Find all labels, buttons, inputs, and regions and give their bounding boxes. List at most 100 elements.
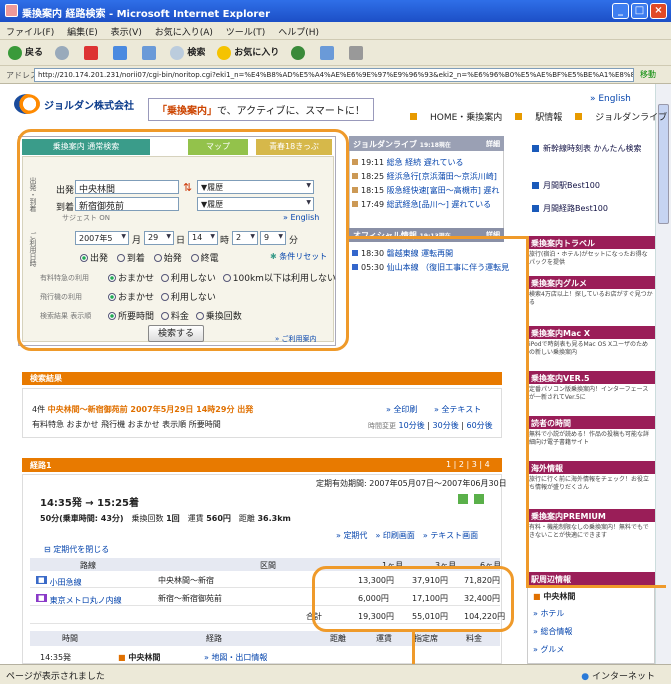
- live-title: ジョルダンライブ: [353, 140, 417, 149]
- nav-live[interactable]: ジョルダンライブ: [575, 113, 667, 123]
- text-all-link[interactable]: » 全テキスト: [434, 404, 481, 415]
- minimize-icon[interactable]: _: [612, 3, 629, 19]
- map-exit-link[interactable]: » 地図・出口情報: [204, 652, 267, 663]
- hide-pass-label: 定期代を閉じる: [53, 545, 110, 554]
- official-item[interactable]: 18:30 磐越東線 運転再開: [352, 248, 453, 259]
- ad-mac[interactable]: 乗換案内Mac X iPodで時刻表も見るMac OS Xユーザのための新しい乗換…: [527, 326, 655, 359]
- menu-tools[interactable]: ツール(T): [226, 28, 266, 38]
- results-header: 検索結果: [22, 372, 502, 385]
- print-button[interactable]: [348, 45, 366, 60]
- time-change-label: 時間変更: [368, 422, 396, 430]
- favorites-button[interactable]: お気に入り: [217, 45, 280, 60]
- route-transfers: 1回: [166, 514, 180, 523]
- history-button[interactable]: [291, 45, 308, 60]
- depart-arrive: 14:35発 → 15:25着: [40, 498, 140, 509]
- ie-logo-icon: [5, 4, 18, 17]
- menu-file[interactable]: ファイル(F): [6, 28, 54, 38]
- station-panel-title: 駅周辺情報: [527, 572, 655, 585]
- stop-button[interactable]: [83, 45, 101, 60]
- menu-edit[interactable]: 編集(E): [67, 28, 98, 38]
- bullet-icon: [532, 205, 539, 212]
- route-duration: 50分(乗車時間: 43分): [40, 514, 124, 523]
- ad-ver5[interactable]: 乗換案内VER.5 定番パソコン版乗換案内！インターフェースが一新されてVer.5…: [527, 371, 655, 404]
- back-button[interactable]: 戻る: [8, 45, 43, 60]
- back-arrow-icon: [8, 45, 22, 60]
- text-view-link[interactable]: » テキスト画面: [423, 531, 478, 540]
- pass-validity: 定期有効期間: 2007年05月07日～2007年06月30日: [316, 479, 507, 488]
- stop-icon: [83, 45, 98, 60]
- nav-station[interactable]: 駅情報: [515, 113, 562, 123]
- station-best-link[interactable]: 月間駅Best100: [532, 180, 600, 191]
- shinkansen-link[interactable]: 新幹線時刻表 かんたん検索: [532, 143, 642, 154]
- favorites-label: お気に入り: [234, 48, 280, 58]
- line-name[interactable]: 東京メトロ丸ノ内線: [50, 595, 122, 606]
- route-summary: 50分(乗車時間: 43分) 乗換回数 1回 運賃 560円 距離 36.3km: [40, 514, 291, 523]
- station-link-label: グルメ: [540, 645, 565, 654]
- page-3[interactable]: 3: [472, 460, 477, 469]
- search-button[interactable]: 検索: [170, 45, 205, 60]
- close-icon[interactable]: ×: [650, 3, 667, 19]
- station-link-label: 総合情報: [540, 627, 573, 636]
- commuter-fare-link[interactable]: » 定期代: [336, 531, 367, 540]
- nav-home[interactable]: HOME・乗換案内: [410, 113, 502, 123]
- maximize-icon[interactable]: □: [631, 3, 648, 19]
- live-item[interactable]: 17:49 総武経急[品川～] 遅れている: [352, 199, 491, 210]
- col-reserved: 指定席: [414, 634, 438, 643]
- ad-gourmet[interactable]: 乗換案内グルメ 検索4万店以上！探しているお店がすぐ見つかる: [527, 276, 655, 309]
- home-button[interactable]: [141, 45, 159, 60]
- hide-pass-link[interactable]: ⊟ 定期代を閉じる: [44, 544, 109, 555]
- live-item[interactable]: 18:15 阪急経快速[富田～高槻市] 遅れ: [352, 185, 499, 196]
- address-input[interactable]: http://210.174.201.231/norii07/cgi-bin/n…: [34, 68, 634, 82]
- ad-travel[interactable]: 乗換案内トラベル 旅行(宿泊・ホテル)がセットになったお得なパックを提供: [527, 236, 655, 269]
- live-text: 阪急経快速[富田～高槻市] 遅れ: [386, 186, 500, 195]
- brand-logo[interactable]: ジョルダン株式会社: [14, 94, 134, 114]
- jorudan-logo-icon: [14, 94, 40, 114]
- history-icon: [291, 45, 306, 60]
- live-header: ジョルダンライブ 19:18現在 詳細: [349, 136, 504, 151]
- station-link-gourmet[interactable]: » グルメ: [533, 644, 564, 655]
- page-2[interactable]: 2: [459, 460, 464, 469]
- mail-icon: [352, 187, 358, 193]
- station-link-hotel[interactable]: » ホテル: [533, 608, 564, 619]
- live-time: 17:49: [361, 200, 385, 209]
- bullet-icon: [575, 113, 583, 120]
- go-button[interactable]: 移動: [640, 69, 656, 80]
- menu-favorites[interactable]: お気に入り(A): [155, 28, 213, 38]
- time-change-60[interactable]: 60分後: [466, 421, 492, 430]
- live-time: 18:15: [361, 186, 385, 195]
- nav-station-label: 駅情報: [535, 113, 563, 123]
- line-name[interactable]: 小田急線: [50, 577, 82, 588]
- menu-help[interactable]: ヘルプ(H): [278, 28, 319, 38]
- print-all-link[interactable]: » 全印刷: [386, 404, 417, 415]
- station-best-label: 月間駅Best100: [543, 181, 600, 190]
- info-icon: [352, 250, 358, 256]
- forward-button[interactable]: [54, 45, 72, 60]
- official-item[interactable]: 05:30 仙山本線 （復旧工事に伴う運転見: [352, 262, 509, 273]
- ad-title: 乗換案内トラベル: [527, 236, 655, 249]
- time-change-10[interactable]: 10分後: [399, 421, 425, 430]
- live-item[interactable]: 19:11 総急 経続 遅れている: [352, 157, 463, 168]
- print-icon[interactable]: [458, 494, 468, 504]
- menu-view[interactable]: 表示(V): [111, 28, 142, 38]
- time-change-30[interactable]: 30分後: [433, 421, 459, 430]
- mail-button[interactable]: [320, 45, 337, 60]
- ad-overseas[interactable]: 海外情報 旅行に行く前に海外情報をチェック！お役立ち情報が盛りだくさん: [527, 461, 655, 494]
- print-view-link[interactable]: » 印刷画面: [375, 531, 414, 540]
- vertical-scrollbar[interactable]: [655, 84, 671, 664]
- refresh-button[interactable]: [112, 45, 130, 60]
- english-link[interactable]: » English: [590, 94, 631, 104]
- page-1[interactable]: 1: [446, 460, 451, 469]
- page-4[interactable]: 4: [485, 460, 490, 469]
- mail-icon: [352, 201, 358, 207]
- first-time: 14:35発: [40, 653, 72, 662]
- route-best-link[interactable]: 月間経路Best100: [532, 203, 608, 214]
- ad-reading[interactable]: 読者の時間 無料で小説が読める！作品の投稿も可能な詳細向け電子書籍サイト: [527, 416, 655, 449]
- live-more-link[interactable]: 詳細: [486, 139, 500, 149]
- station-link-general[interactable]: » 総合情報: [533, 626, 572, 637]
- ad-premium[interactable]: 乗換案内PREMIUM 有料・機能制限なしの乗換案内！無料でもできないことが快適に…: [527, 509, 655, 542]
- route-fare: 560円: [206, 514, 231, 523]
- live-text: 総急 経続 遅れている: [386, 158, 464, 167]
- live-item[interactable]: 18:25 経浜急行[京浜蒲田～京浜川崎]: [352, 171, 497, 182]
- mail-icon: [352, 159, 358, 165]
- text-icon[interactable]: [474, 494, 484, 504]
